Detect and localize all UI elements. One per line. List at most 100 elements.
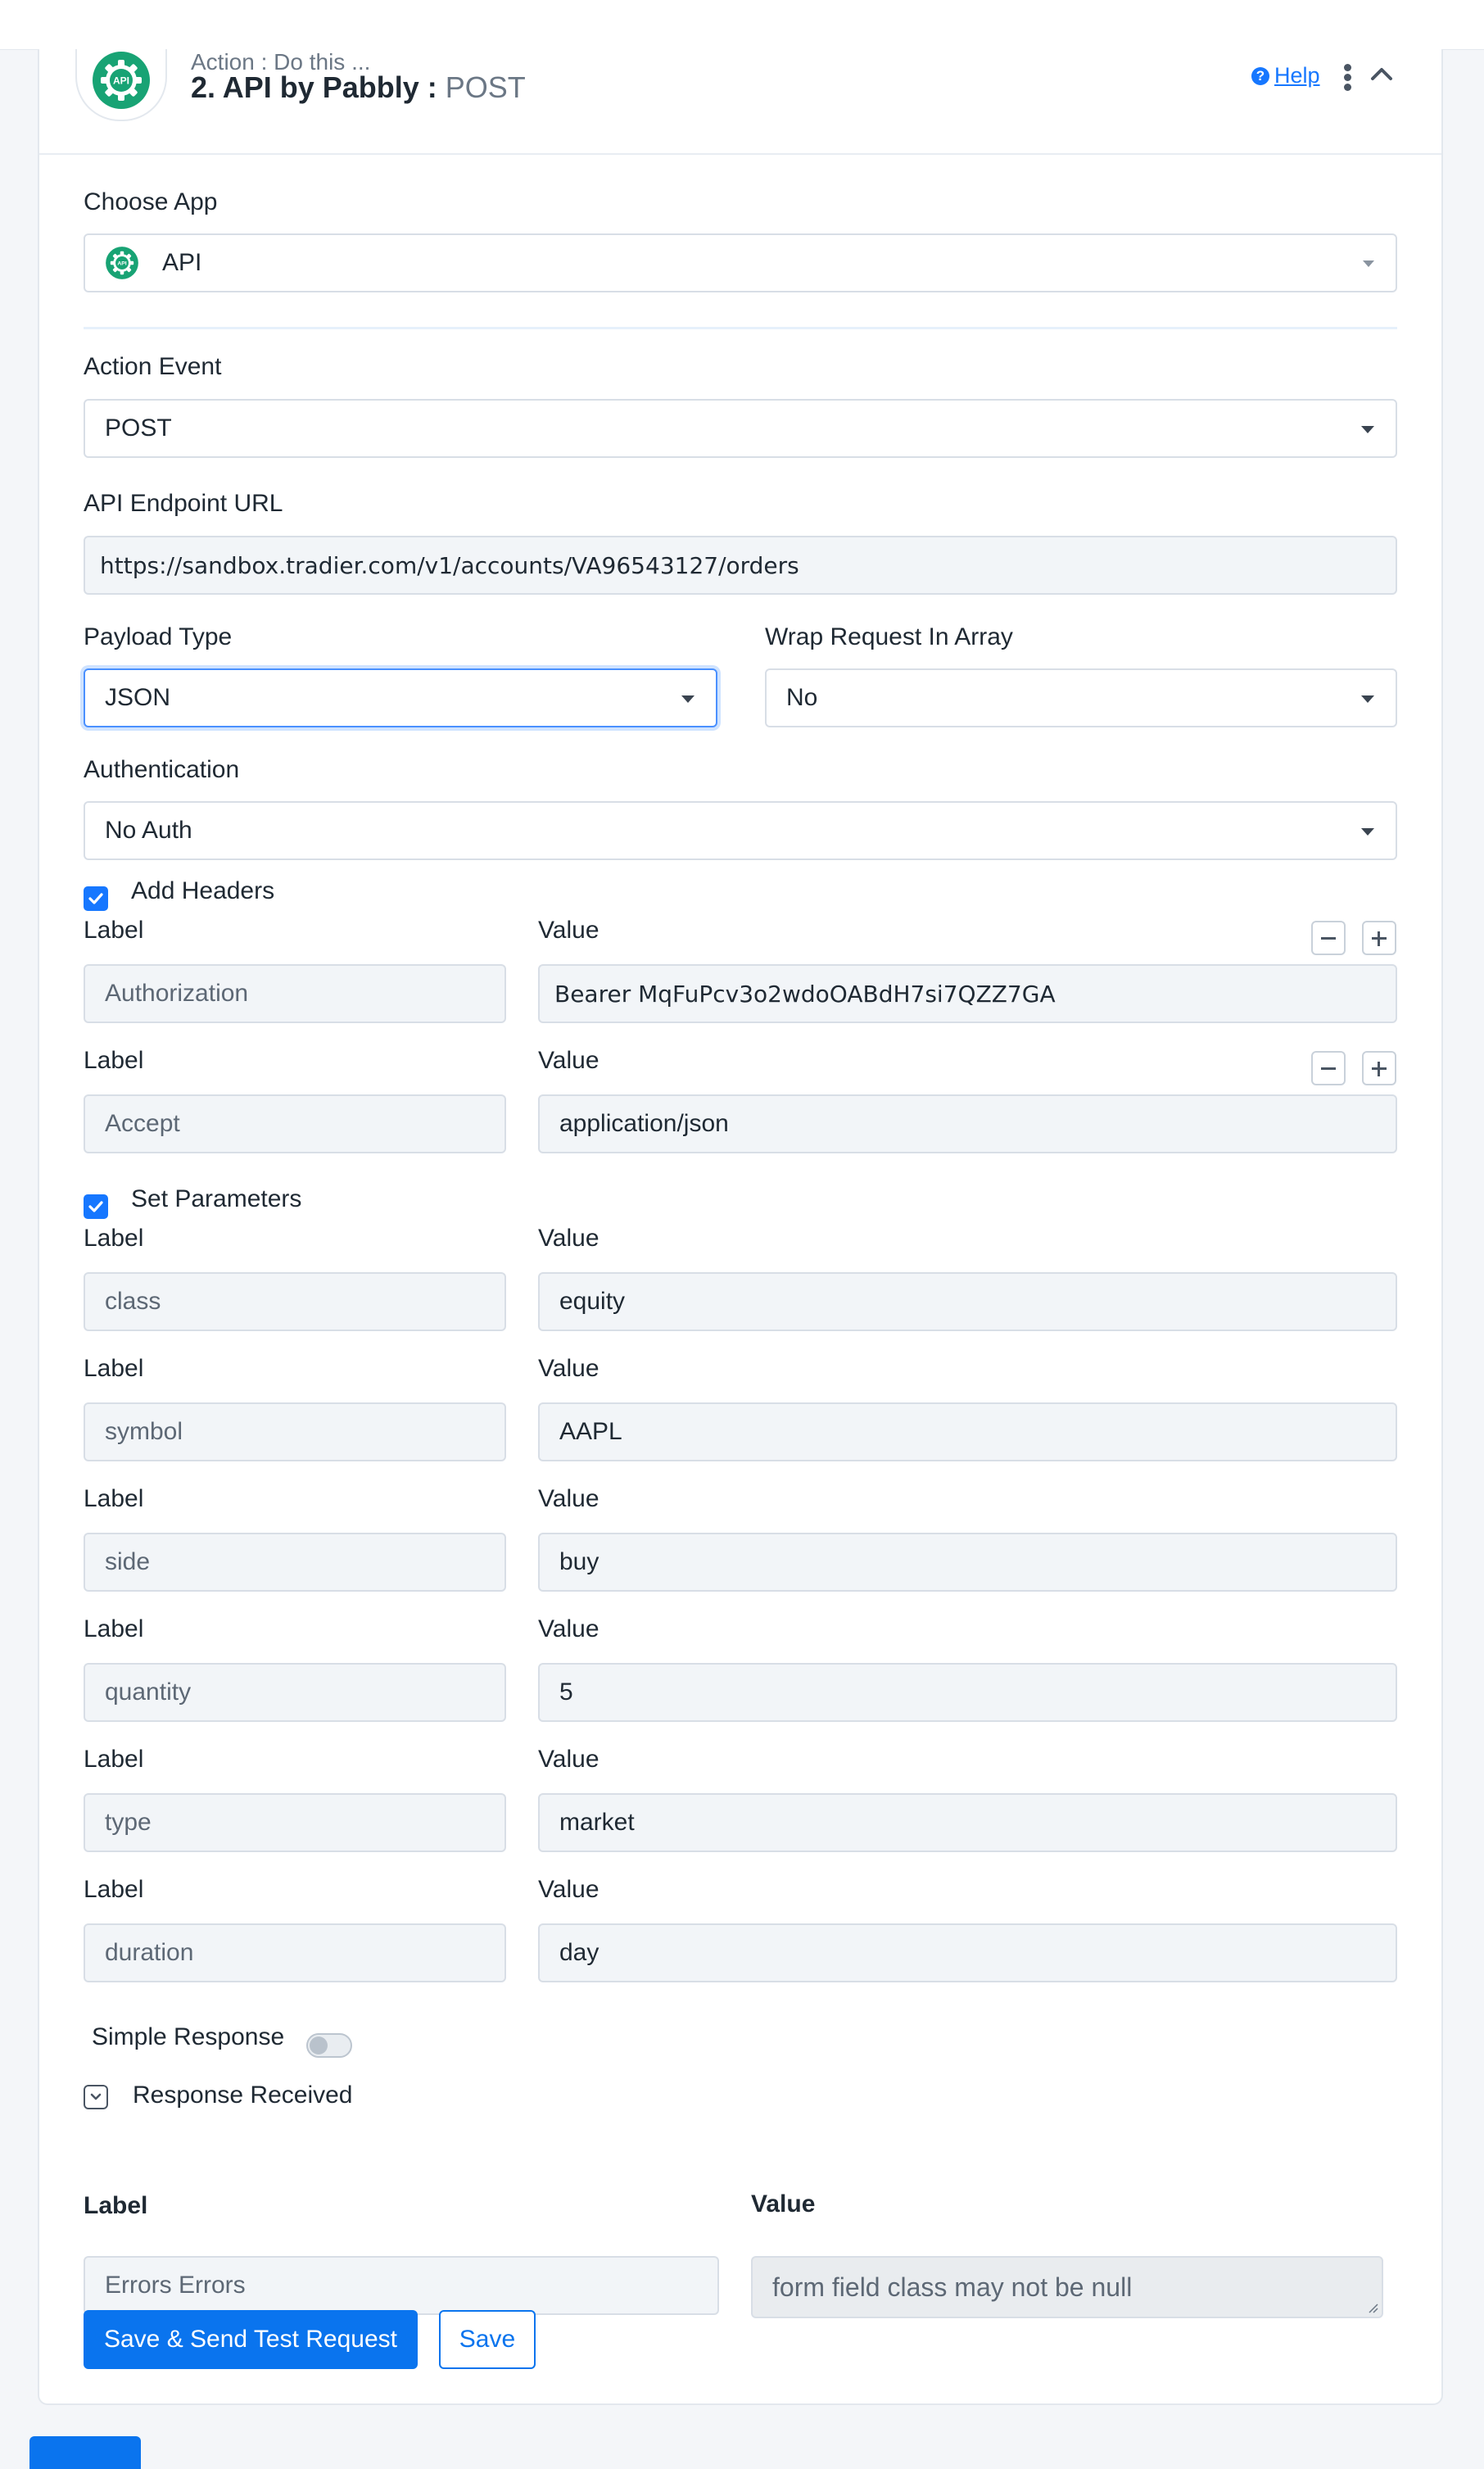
remove-header-button[interactable] bbox=[1311, 1051, 1346, 1085]
chevron-down-icon bbox=[1363, 260, 1374, 267]
api-app-icon-label: API bbox=[117, 261, 126, 267]
help-link[interactable]: ? Help bbox=[1251, 63, 1320, 88]
header-label-input[interactable]: Accept bbox=[84, 1094, 506, 1153]
param-value-input[interactable]: market bbox=[538, 1793, 1397, 1852]
save-button[interactable]: Save bbox=[439, 2310, 536, 2369]
choose-app-value: API bbox=[162, 249, 202, 276]
header-value-caption: Value bbox=[538, 1047, 599, 1074]
chevron-down-icon bbox=[681, 695, 694, 703]
param-value-input[interactable]: AAPL bbox=[538, 1402, 1397, 1461]
param-label-input[interactable]: quantity bbox=[84, 1663, 506, 1722]
param-label-input[interactable]: side bbox=[84, 1533, 506, 1592]
simple-response-label: Simple Response bbox=[92, 2023, 285, 2050]
header-value-value: application/json bbox=[559, 1110, 729, 1137]
response-label-value: Errors Errors bbox=[105, 2272, 246, 2299]
add-header-button[interactable] bbox=[1362, 1051, 1396, 1085]
header-label-caption: Label bbox=[84, 1047, 144, 1074]
authentication-value: No Auth bbox=[105, 817, 192, 844]
response-value-value: form field class may not be null bbox=[772, 2272, 1133, 2302]
param-value-value: equity bbox=[559, 1288, 626, 1315]
checkmark-icon bbox=[88, 893, 103, 904]
step-method: POST bbox=[445, 70, 526, 104]
param-value-input[interactable]: buy bbox=[538, 1533, 1397, 1592]
help-label: Help bbox=[1274, 63, 1320, 88]
chevron-up-icon[interactable] bbox=[1369, 66, 1394, 82]
step-title-text: 2. API by Pabbly : bbox=[191, 70, 437, 104]
chevron-down-icon bbox=[1361, 828, 1374, 836]
response-collapse-toggle[interactable] bbox=[84, 2085, 108, 2109]
param-value-input[interactable]: day bbox=[538, 1923, 1397, 1982]
bottom-action-button[interactable] bbox=[29, 2436, 141, 2469]
choose-app-label: Choose App bbox=[84, 188, 218, 215]
chevron-down-icon bbox=[1361, 426, 1374, 433]
set-parameters-label: Set Parameters bbox=[131, 1185, 302, 1212]
chevron-down-icon bbox=[1361, 695, 1374, 703]
param-label-value: quantity bbox=[105, 1678, 192, 1706]
save-send-test-button[interactable]: Save & Send Test Request bbox=[84, 2310, 418, 2369]
param-label-value: class bbox=[105, 1288, 161, 1315]
param-label-input[interactable]: duration bbox=[84, 1923, 506, 1982]
param-label-input[interactable]: type bbox=[84, 1793, 506, 1852]
response-value-caption: Value bbox=[751, 2190, 816, 2218]
toggle-knob bbox=[310, 2036, 328, 2054]
remove-header-button[interactable] bbox=[1311, 921, 1346, 955]
param-label-caption: Label bbox=[84, 1876, 144, 1903]
header-label-value: Authorization bbox=[105, 980, 249, 1007]
response-received-label: Response Received bbox=[133, 2082, 353, 2109]
param-value-input[interactable]: 5 bbox=[538, 1663, 1397, 1722]
param-label-input[interactable]: symbol bbox=[84, 1402, 506, 1461]
api-icon-label: API bbox=[113, 75, 129, 87]
param-value-caption: Value bbox=[538, 1746, 599, 1773]
param-label-value: type bbox=[105, 1809, 152, 1836]
header-value-input[interactable]: application/json bbox=[538, 1094, 1397, 1153]
action-event-value: POST bbox=[105, 415, 172, 442]
header-value-caption: Value bbox=[538, 917, 599, 944]
param-label-input[interactable]: class bbox=[84, 1272, 506, 1331]
action-event-select[interactable]: POST bbox=[84, 399, 1397, 458]
endpoint-url-value: https://sandbox.tradier.com/v1/accounts/… bbox=[100, 551, 799, 579]
param-label-caption: Label bbox=[84, 1615, 144, 1642]
question-icon: ? bbox=[1251, 66, 1269, 85]
add-header-button[interactable] bbox=[1362, 921, 1396, 955]
param-label-caption: Label bbox=[84, 1355, 144, 1382]
more-options-icon[interactable] bbox=[1343, 64, 1353, 91]
param-value-input[interactable]: equity bbox=[538, 1272, 1397, 1331]
wrap-request-value: No bbox=[786, 684, 818, 711]
param-label-value: duration bbox=[105, 1939, 194, 1966]
endpoint-url-input[interactable]: https://sandbox.tradier.com/v1/accounts/… bbox=[84, 536, 1397, 595]
param-value-value: 5 bbox=[559, 1678, 573, 1706]
add-headers-checkbox[interactable] bbox=[84, 886, 108, 911]
param-value-caption: Value bbox=[538, 1485, 599, 1512]
header-value-input[interactable]: Bearer MqFuPcv3o2wdoOABdH7si7QZZ7GA bbox=[538, 964, 1397, 1023]
response-label-input[interactable]: Errors Errors bbox=[84, 2256, 719, 2315]
param-label-caption: Label bbox=[84, 1746, 144, 1773]
choose-app-select[interactable]: API API bbox=[84, 233, 1397, 292]
response-label-caption: Label bbox=[84, 2192, 148, 2219]
header-label-input[interactable]: Authorization bbox=[84, 964, 506, 1023]
checkmark-icon bbox=[88, 1201, 103, 1212]
param-value-caption: Value bbox=[538, 1615, 599, 1642]
param-label-caption: Label bbox=[84, 1225, 144, 1252]
chevron-down-icon bbox=[90, 2093, 102, 2100]
wrap-request-select[interactable]: No bbox=[765, 668, 1397, 727]
step-title: 2. API by Pabbly : POST bbox=[191, 70, 526, 105]
payload-type-label: Payload Type bbox=[84, 623, 233, 650]
param-value-caption: Value bbox=[538, 1225, 599, 1252]
param-value-value: day bbox=[559, 1939, 599, 1966]
step-header[interactable]: API Action : Do this ... 2. API by Pabbl… bbox=[39, 49, 1441, 155]
param-value-caption: Value bbox=[538, 1876, 599, 1903]
authentication-select[interactable]: No Auth bbox=[84, 801, 1397, 860]
section-divider bbox=[84, 327, 1397, 329]
set-parameters-checkbox[interactable] bbox=[84, 1194, 108, 1219]
simple-response-toggle[interactable] bbox=[306, 2033, 352, 2058]
app-badge: API bbox=[75, 49, 167, 121]
response-value-textarea[interactable]: form field class may not be null bbox=[751, 2256, 1383, 2318]
param-label-value: symbol bbox=[105, 1418, 183, 1445]
api-gear-icon: API bbox=[93, 52, 150, 109]
param-value-value: AAPL bbox=[559, 1418, 622, 1445]
payload-type-select[interactable]: JSON bbox=[84, 668, 717, 727]
payload-type-value: JSON bbox=[105, 684, 171, 711]
action-event-label: Action Event bbox=[84, 353, 222, 380]
minus-icon bbox=[1321, 1067, 1336, 1070]
add-headers-label: Add Headers bbox=[131, 877, 275, 904]
